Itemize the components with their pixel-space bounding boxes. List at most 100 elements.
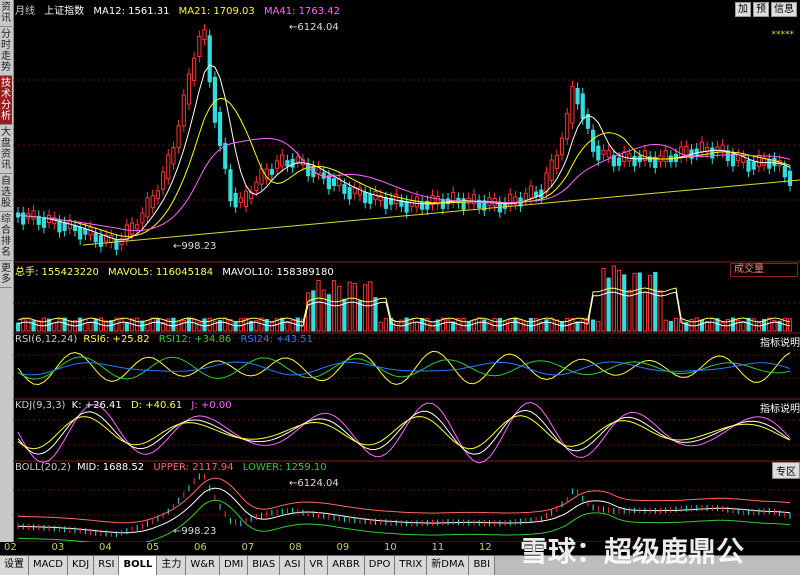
top-button-2[interactable]: 信息 (771, 2, 797, 17)
volume-bar (150, 317, 155, 332)
volume-bar (502, 321, 508, 332)
volume-bar (171, 317, 176, 332)
top-button-0[interactable]: 加 (735, 2, 751, 17)
volume-button[interactable]: 成交量 (730, 263, 798, 277)
volume-header: 总手: 155423220 MAVOL5: 116045184 MAVOL10:… (15, 263, 334, 278)
volume-bar (632, 272, 637, 332)
indicator-tab-2[interactable]: KDJ (67, 556, 95, 575)
candle-body (663, 150, 668, 163)
x-axis-label: 06 (194, 542, 207, 553)
sidebar-tab-2[interactable]: 技术分析 (0, 76, 12, 125)
indicator-tab-9[interactable]: ASI (280, 556, 306, 575)
candle-body (140, 212, 145, 224)
indicator-tab-0[interactable]: 设置 (0, 556, 29, 575)
candle-body (295, 156, 300, 163)
candle-body (176, 125, 181, 149)
rsi-help-button[interactable]: 指标说明 (760, 334, 800, 349)
volume-bar (622, 274, 627, 332)
candle-body (534, 191, 539, 197)
sidebar-tab-0[interactable]: 资讯 (0, 0, 12, 27)
candle-body (616, 157, 622, 166)
indicator-tab-3[interactable]: RSI (94, 556, 120, 575)
volume-bar (321, 289, 326, 332)
sidebar-tab-3[interactable]: 大盘资讯 (0, 125, 12, 174)
candle-body (129, 222, 135, 235)
candle-body (160, 171, 166, 190)
indicator-tab-5[interactable]: 主力 (157, 556, 187, 575)
candle-body (181, 94, 186, 127)
indicator-tab-12[interactable]: DPO (364, 556, 396, 575)
x-axis-label: 05 (146, 542, 160, 553)
volume-bar (461, 317, 466, 332)
candle-body (632, 155, 637, 167)
candle-body (285, 160, 290, 167)
ma41-line (17, 137, 791, 232)
candle-body (57, 220, 62, 233)
indicator-tab-11[interactable]: ARBR (328, 556, 365, 575)
volume-bar (311, 290, 316, 332)
x-axis-label: 07 (241, 542, 255, 553)
sidebar-tab-5[interactable]: 综合排名 (0, 212, 12, 261)
rsi6-value: RSI6: +25.82 (83, 334, 150, 345)
boll-zone-button[interactable]: 专区 (772, 462, 800, 479)
indicator-tab-14[interactable]: 新DMA (427, 556, 470, 575)
volume-bar (699, 319, 705, 332)
volume-bar (233, 321, 238, 332)
volume-bar (352, 282, 357, 332)
kdj-j-value: J: +0.00 (191, 400, 232, 411)
x-axis-label: 09 (336, 542, 350, 553)
candle-body (150, 195, 155, 209)
indicator-tab-10[interactable]: VR (305, 556, 329, 575)
sidebar-tab-1[interactable]: 分时走势 (0, 27, 12, 76)
indicator-tab-4[interactable]: BOLL (119, 556, 158, 575)
volume-bar (124, 322, 129, 332)
sidebar: 资讯 分时走势 技术分析 大盘资讯 自选股 综合排名 更多 (0, 0, 14, 560)
candle-body (772, 157, 777, 167)
volume-bar (88, 322, 93, 332)
sidebar-tab-4[interactable]: 自选股 (0, 174, 12, 212)
candle-body (596, 145, 601, 161)
candle-body (528, 185, 534, 199)
candle-body (554, 154, 559, 169)
indicator-tab-6[interactable]: W&R (186, 556, 220, 575)
volume-bar (290, 319, 295, 332)
rsi12-line (17, 356, 791, 380)
candle-body (368, 193, 373, 204)
ma12-value: MA12: 1561.31 (93, 6, 170, 17)
indicator-tab-8[interactable]: BIAS (248, 556, 281, 575)
volume-bar (477, 317, 482, 332)
indicator-tab-15[interactable]: BBI (469, 556, 496, 575)
candle-body (523, 192, 528, 201)
candle-body (414, 196, 420, 208)
sidebar-tab-6[interactable]: 更多 (0, 261, 12, 288)
volume-bar (668, 321, 673, 332)
volume-bar (508, 319, 513, 332)
boll-low-label: ←998.23 (173, 526, 217, 537)
candle-body (269, 169, 274, 175)
volume-bar (347, 281, 352, 332)
volume-bar (337, 285, 342, 332)
indicator-tab-13[interactable]: TRIX (395, 556, 428, 575)
low-point-label: ←998.23 (173, 241, 217, 252)
indicator-tab-7[interactable]: DMI (219, 556, 249, 575)
volume-bar (616, 269, 622, 332)
volume-bar (41, 317, 47, 332)
kdj-title: KDJ(9,3,3) (15, 400, 66, 411)
indicator-tab-1[interactable]: MACD (29, 556, 68, 575)
volume-bar (119, 318, 124, 332)
kdj-help-button[interactable]: 指标说明 (760, 400, 800, 415)
volume-bar (580, 319, 585, 332)
candle-body (233, 192, 238, 208)
candle-body (627, 153, 632, 162)
candle-body (41, 216, 47, 228)
candle-body (767, 159, 772, 169)
volume-bar (21, 318, 26, 332)
mavol5-line (17, 287, 791, 323)
volume-bar (787, 318, 793, 332)
candle-body (78, 226, 83, 240)
volume-total: 总手: 155423220 (15, 267, 99, 278)
candle-body (83, 228, 88, 235)
boll-upper-value: UPPER: 2117.94 (153, 462, 234, 473)
top-button-1[interactable]: 预 (753, 2, 769, 17)
ma12-line (17, 64, 791, 241)
